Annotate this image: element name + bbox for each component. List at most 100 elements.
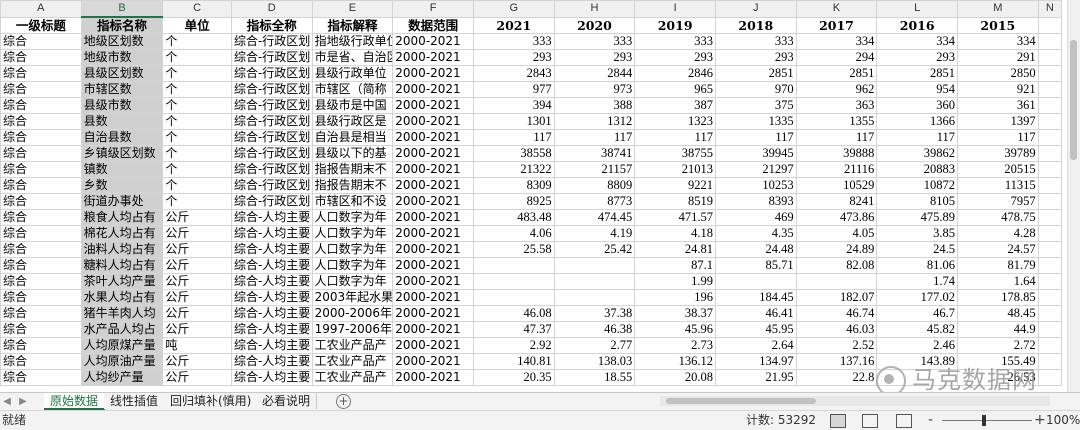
cell[interactable] [1037,257,1063,274]
cell[interactable]: 4.06 [472,225,555,242]
cell[interactable]: 人均原煤产量 [80,337,164,354]
cell[interactable]: 87.1 [634,257,716,274]
cell[interactable]: 21.95 [714,369,797,386]
cell[interactable]: 4.18 [634,225,716,242]
cell[interactable] [714,273,797,290]
cell[interactable]: 市辖区和不设 [311,193,394,210]
cell[interactable]: 294 [795,49,878,66]
cell[interactable]: 市是省、自治区 [311,49,394,66]
cell[interactable] [1037,145,1063,162]
cell[interactable]: 46.38 [553,321,636,338]
cell[interactable] [1037,337,1063,354]
cell[interactable]: 469 [714,209,797,226]
column-header-i[interactable]: I [634,0,716,18]
horizontal-scroll-thumb[interactable] [666,398,816,404]
cell[interactable]: 人口数字为年 [311,273,394,290]
cell[interactable]: 81.79 [956,257,1039,274]
cell[interactable]: 24.5 [876,241,958,258]
cell[interactable]: 粮食人均占有 [80,209,164,226]
cell[interactable] [1037,65,1063,82]
cell[interactable]: 2000-2021 [392,113,474,130]
cell[interactable]: 综合-人均主要 [230,321,313,338]
cell[interactable]: 117 [553,129,636,146]
cell[interactable]: 公斤 [162,241,232,258]
cell[interactable]: 333 [472,33,555,50]
cell[interactable]: 81.06 [876,257,958,274]
cell[interactable]: 2000-2021 [392,241,474,258]
zoom-slider[interactable] [942,415,1032,426]
cell[interactable]: 196 [634,289,716,306]
cell[interactable]: 综合 [0,369,82,386]
cell[interactable]: 个 [162,145,232,162]
cell[interactable]: 293 [714,49,797,66]
cell[interactable]: 291 [956,49,1039,66]
cell[interactable] [1037,81,1063,98]
cell[interactable]: 综合-行政区划 [230,81,313,98]
column-header-a[interactable]: A [0,0,82,18]
cell[interactable]: 糖料人均占有 [80,257,164,274]
cell[interactable]: 48.45 [956,305,1039,322]
cell[interactable]: 1.74 [876,273,958,290]
cell[interactable]: 乡数 [80,177,164,194]
cell[interactable]: 334 [876,33,958,50]
cell[interactable]: 指报告期末不 [311,177,394,194]
cell[interactable]: 474.45 [553,209,636,226]
cell[interactable]: 公斤 [162,289,232,306]
cell[interactable]: 140.81 [472,353,555,370]
cell[interactable]: 工农业产品产 [311,369,394,386]
cell[interactable]: 市辖区数 [80,81,164,98]
cell[interactable]: 9221 [634,177,716,194]
cell[interactable]: 85.71 [714,257,797,274]
cell[interactable]: 2850 [956,65,1039,82]
cell[interactable]: 38755 [634,145,716,162]
cell[interactable] [553,289,636,306]
cell[interactable]: 2000-2021 [392,81,474,98]
cell[interactable]: 8309 [472,177,555,194]
cell[interactable]: 387 [634,97,716,114]
cell[interactable]: 475.89 [876,209,958,226]
cell[interactable]: 4.05 [795,225,878,242]
cell[interactable]: 4.19 [553,225,636,242]
cell[interactable]: 388 [553,97,636,114]
cell[interactable]: 478.75 [956,209,1039,226]
cell[interactable]: 10529 [795,177,878,194]
cell[interactable]: 乡镇级区划数 [80,145,164,162]
cell[interactable]: 2000-2021 [392,65,474,82]
cell[interactable] [472,289,555,306]
cell[interactable]: 综合-行政区划 [230,49,313,66]
cell[interactable]: 人口数字为年 [311,225,394,242]
cell[interactable]: 个 [162,129,232,146]
cell[interactable]: 2.77 [553,337,636,354]
cell[interactable]: 483.48 [472,209,555,226]
cell[interactable]: 综合 [0,289,82,306]
tab-sheet-must-read[interactable]: 必看说明 [256,393,318,409]
cell[interactable]: 2851 [795,65,878,82]
cell[interactable]: 25.42 [553,241,636,258]
cell[interactable]: 2846 [634,65,716,82]
cell[interactable]: 1301 [472,113,555,130]
cell[interactable]: 117 [634,129,716,146]
cell[interactable]: 公斤 [162,273,232,290]
cell[interactable]: 21157 [553,161,636,178]
cell[interactable]: 2.92 [472,337,555,354]
cell[interactable]: 20.35 [472,369,555,386]
cell[interactable]: 2.64 [714,337,797,354]
cell[interactable]: 134.97 [714,353,797,370]
zoom-out-button[interactable]: - [928,411,933,430]
cell[interactable]: 综合 [0,305,82,322]
cell[interactable]: 综合-行政区划 [230,113,313,130]
cell[interactable]: 977 [472,81,555,98]
cell[interactable]: 综合-行政区划 [230,193,313,210]
cell[interactable]: 8241 [795,193,878,210]
column-header-f[interactable]: F [392,0,474,18]
cell[interactable]: 2000-2021 [392,289,474,306]
cell[interactable]: 18.55 [553,369,636,386]
sheet-nav-left-icon[interactable]: ◀ [0,393,14,410]
cell[interactable]: 965 [634,81,716,98]
cell[interactable]: 综合 [0,33,82,50]
cell[interactable]: 2.73 [634,337,716,354]
cell[interactable]: 县级市是中国 [311,97,394,114]
cell[interactable]: 数据范围 [392,16,474,34]
cell[interactable]: 综合-行政区划 [230,97,313,114]
page-break-view-icon[interactable] [896,414,912,428]
